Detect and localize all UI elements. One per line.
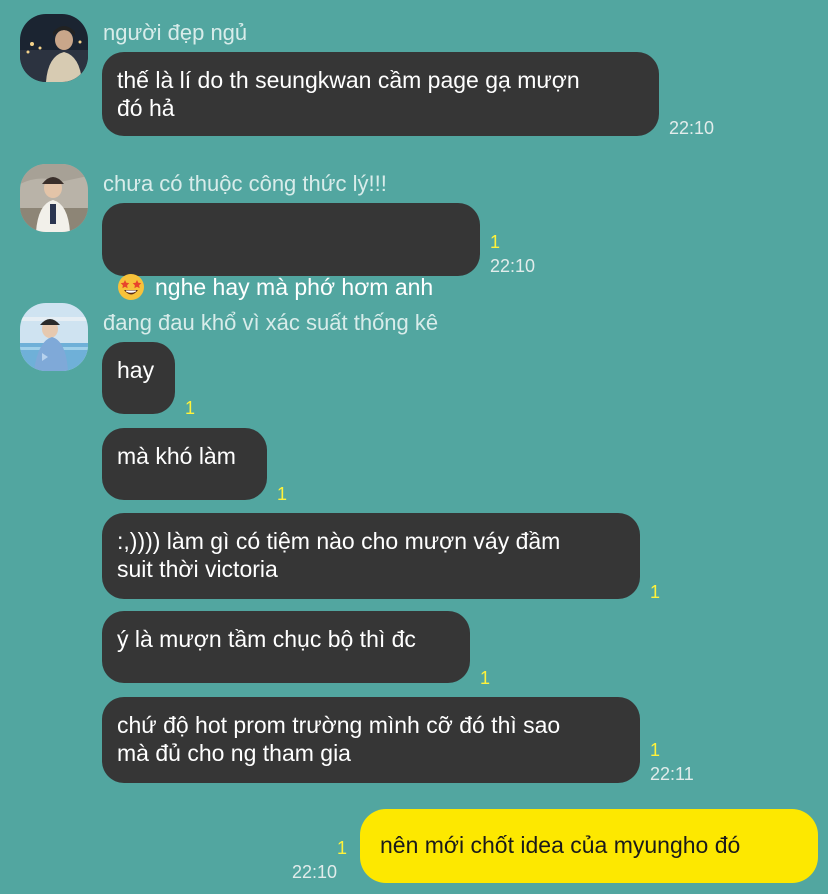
message-bubble[interactable]: hay: [102, 342, 175, 414]
unread-count: 1: [480, 668, 491, 688]
message-bubble[interactable]: ý là mượn tầm chục bộ thì đc: [102, 611, 470, 683]
avatar[interactable]: [20, 164, 88, 232]
sender-name: người đẹp ngủ: [103, 20, 248, 45]
message-bubble[interactable]: thế là lí do th seungkwan cầm page gạ mư…: [102, 52, 659, 136]
message-bubble[interactable]: :,)))) làm gì có tiệm nào cho mượn váy đ…: [102, 513, 640, 599]
unread-count: 1: [337, 838, 348, 858]
unread-count: 1: [277, 484, 288, 504]
chat-area: người đẹp ngủ thế là lí do th seungkwan …: [0, 0, 828, 894]
message-text: nghe hay mà phớ hơm anh: [155, 274, 434, 300]
sender-name: đang đau khổ vì xác suất thống kê: [103, 310, 439, 335]
message-bubble[interactable]: nghe hay mà phớ hơm anh: [102, 203, 480, 300]
message-time: 22:10: [292, 862, 338, 882]
unread-count: 1: [185, 398, 196, 418]
avatar[interactable]: [20, 303, 88, 371]
unread-count: 1: [490, 232, 501, 252]
message-time: 22:10: [669, 118, 715, 138]
unread-count: 1: [650, 582, 661, 602]
my-message-bubble[interactable]: nên mới chốt idea của myungho đó: [360, 809, 818, 883]
message-bubble[interactable]: chứ độ hot prom trường mình cỡ đó thì sa…: [102, 697, 640, 783]
message-time: 22:10: [490, 256, 536, 276]
message-time: 22:11: [650, 764, 694, 784]
sender-name: chưa có thuộc công thức lý!!!: [103, 171, 387, 196]
star-struck-emoji-icon: [117, 245, 145, 300]
avatar[interactable]: [20, 14, 88, 82]
unread-count: 1: [650, 740, 661, 760]
message-bubble[interactable]: mà khó làm: [102, 428, 267, 500]
